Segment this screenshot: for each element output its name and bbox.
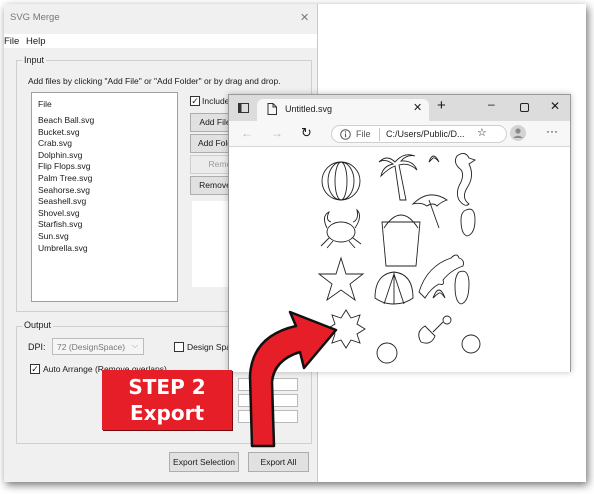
annotation-overlay — [248, 310, 338, 448]
step-callout: STEP 2 Export — [102, 370, 232, 430]
curved-arrow-icon — [248, 310, 338, 448]
callout-line-2: Export — [129, 401, 205, 425]
callout-line-1: STEP 2 — [128, 375, 206, 399]
